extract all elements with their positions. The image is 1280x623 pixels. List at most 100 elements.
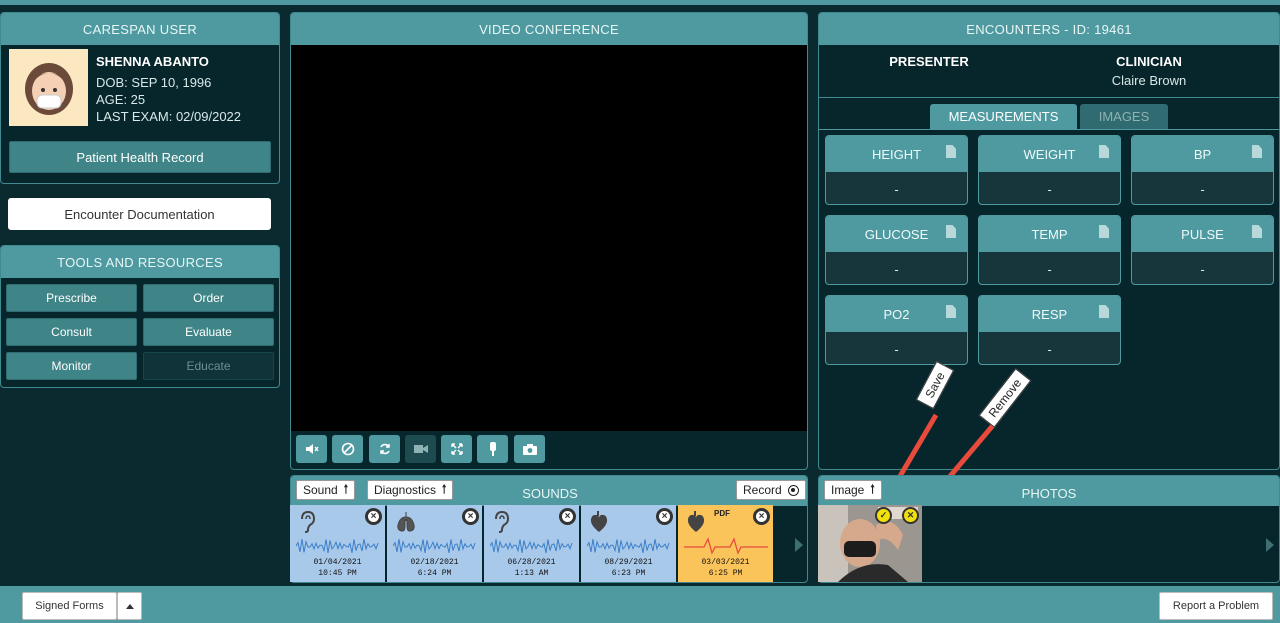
measurement-value: -	[1200, 181, 1205, 197]
remove-recording-icon[interactable]: ×	[462, 508, 479, 525]
photos-scroll-right-icon[interactable]	[1266, 538, 1274, 552]
fullscreen-icon[interactable]	[441, 435, 472, 463]
lungs-icon	[395, 511, 417, 539]
tab-measurements[interactable]: MEASUREMENTS	[930, 104, 1077, 129]
remove-recording-icon[interactable]: ×	[365, 508, 382, 525]
measurement-label: TEMP	[1031, 226, 1068, 242]
presenter-label: PRESENTER	[889, 54, 969, 69]
sound-wave-icon	[490, 538, 573, 554]
patient-dob: DOB: SEP 10, 1996	[96, 75, 212, 90]
measurement-tile-height[interactable]: HEIGHT -	[825, 135, 968, 205]
document-icon[interactable]	[1099, 305, 1109, 318]
sound-recording-item[interactable]: × 08/29/2021 6:23 PM	[581, 505, 676, 582]
measurement-tile-weight[interactable]: WEIGHT -	[978, 135, 1121, 205]
signed-forms-button[interactable]: Signed Forms	[22, 592, 117, 620]
measurement-label: RESP	[1031, 306, 1068, 322]
document-icon[interactable]	[1252, 225, 1262, 238]
document-icon[interactable]	[1252, 145, 1262, 158]
measurement-tile-glucose[interactable]: GLUCOSE -	[825, 215, 968, 285]
document-icon[interactable]	[1099, 145, 1109, 158]
diagnostics-upload-label: Diagnostics	[374, 483, 437, 497]
measurement-label: PO2	[883, 306, 910, 322]
snapshot-icon[interactable]	[514, 435, 545, 463]
sound-recording-item[interactable]: × 06/28/2021 1:13 AM	[484, 505, 579, 582]
remove-recording-icon[interactable]: ×	[559, 508, 576, 525]
panel-header: CARESPAN USER	[1, 13, 279, 45]
clinician-name: Claire Brown	[1111, 73, 1187, 88]
ear-icon	[492, 510, 510, 539]
remove-photo-icon[interactable]: ✕	[902, 507, 919, 524]
ear-icon	[298, 510, 316, 539]
measurement-tile-bp[interactable]: BP -	[1131, 135, 1274, 205]
footer-bar	[0, 586, 1280, 623]
patient-age: AGE: 25	[96, 92, 146, 107]
order-button[interactable]: Order	[143, 284, 274, 312]
patient-avatar	[9, 49, 88, 126]
tab-images[interactable]: IMAGES	[1080, 104, 1168, 129]
measurement-tile-pulse[interactable]: PULSE -	[1131, 215, 1274, 285]
record-icon	[787, 484, 799, 496]
report-problem-button[interactable]: Report a Problem	[1159, 592, 1273, 620]
measurement-label: PULSE	[1181, 226, 1224, 242]
image-upload-button[interactable]: Image 🠑	[824, 480, 882, 500]
sound-wave-icon	[393, 538, 476, 554]
pdf-badge: PDF	[714, 509, 730, 518]
measurement-label: GLUCOSE	[864, 226, 929, 242]
remove-recording-icon[interactable]: ×	[656, 508, 673, 525]
document-icon[interactable]	[946, 305, 956, 318]
evaluate-button[interactable]: Evaluate	[143, 318, 274, 346]
prescribe-button[interactable]: Prescribe	[6, 284, 137, 312]
upload-arrow-icon: 🠑	[343, 481, 349, 496]
recording-date: 02/18/2021	[410, 558, 459, 567]
sound-recording-item[interactable]: × 02/18/2021 6:24 PM	[387, 505, 482, 582]
upload-arrow-icon: 🠑	[870, 481, 875, 496]
monitor-button[interactable]: Monitor	[6, 352, 137, 380]
camera-icon	[405, 435, 436, 463]
remove-recording-icon[interactable]: ×	[753, 508, 770, 525]
document-icon[interactable]	[946, 145, 956, 158]
clinician-label: CLINICIAN	[1116, 54, 1182, 69]
recording-time: 6:25 PM	[708, 569, 743, 578]
encounter-documentation-button[interactable]: Encounter Documentation	[8, 198, 271, 230]
light-icon[interactable]	[477, 435, 508, 463]
sound-upload-button[interactable]: Sound 🠑	[296, 480, 356, 500]
audio-off-icon[interactable]	[332, 435, 363, 463]
video-stream	[291, 45, 807, 431]
refresh-icon[interactable]	[369, 435, 400, 463]
recording-date: 06/28/2021	[507, 558, 556, 567]
carespan-user-panel: CARESPAN USER SHENNA ABANTO DOB: SEP 10,…	[0, 12, 280, 184]
measurement-label: WEIGHT	[1023, 146, 1076, 162]
patient-name: SHENNA ABANTO	[96, 54, 209, 69]
sound-wave-icon	[296, 538, 379, 554]
sounds-scroll-right-icon[interactable]	[795, 538, 803, 552]
heart-icon	[686, 511, 706, 539]
consult-button[interactable]: Consult	[6, 318, 137, 346]
measurement-value: -	[894, 261, 899, 277]
signed-forms-toggle[interactable]	[117, 592, 142, 620]
recording-time: 6:24 PM	[417, 569, 452, 578]
measurement-tile-temp[interactable]: TEMP -	[978, 215, 1121, 285]
video-conference-panel: VIDEO CONFERENCE	[290, 12, 808, 470]
sound-wave-icon	[587, 538, 670, 554]
measurement-value: -	[1047, 261, 1052, 277]
patient-health-record-button[interactable]: Patient Health Record	[9, 141, 271, 173]
sound-recording-item[interactable]: PDF × 03/03/2021 6:25 PM	[678, 505, 773, 582]
sound-upload-label: Sound	[303, 483, 338, 497]
sound-recording-item[interactable]: × 01/04/2021 10:45 PM	[290, 505, 385, 582]
divider	[819, 97, 1279, 98]
panel-header: VIDEO CONFERENCE	[291, 13, 807, 45]
mute-icon[interactable]	[296, 435, 327, 463]
recording-time: 1:13 AM	[514, 569, 549, 578]
patient-last-exam: LAST EXAM: 02/09/2022	[96, 109, 242, 124]
caret-up-icon	[125, 603, 134, 609]
measurement-value: -	[1200, 261, 1205, 277]
panel-header: TOOLS AND RESOURCES	[1, 246, 279, 278]
tab-underline	[819, 129, 1279, 130]
record-button[interactable]: Record	[736, 480, 806, 500]
save-photo-icon[interactable]: ✓	[875, 507, 892, 524]
diagnostics-upload-button[interactable]: Diagnostics 🠑	[367, 480, 454, 500]
document-icon[interactable]	[1099, 225, 1109, 238]
recording-date: 01/04/2021	[313, 558, 362, 567]
measurement-label: BP	[1193, 146, 1212, 162]
document-icon[interactable]	[946, 225, 956, 238]
